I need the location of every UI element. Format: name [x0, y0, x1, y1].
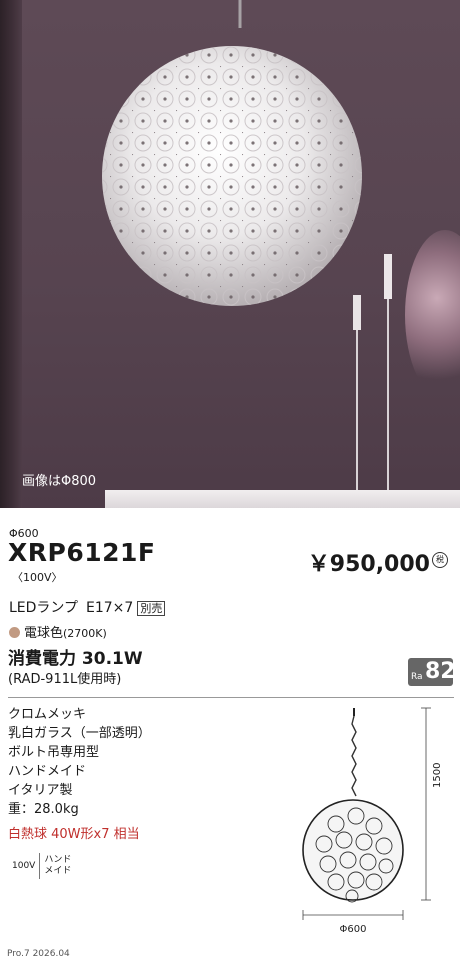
photo-illustration	[102, 0, 392, 490]
light-color: 電球色(2700K)	[9, 622, 107, 641]
footer-code: Pro.7 2026.04	[7, 949, 70, 959]
drawing-width-label: Φ600	[340, 924, 367, 935]
tax-mark: 税	[432, 552, 448, 568]
color-temp: (2700K)	[63, 627, 107, 640]
power-note: (RAD-911L使用時)	[8, 672, 122, 687]
handmade-icon-line1: ハンド	[44, 855, 72, 865]
sold-separately-badge: 別売	[137, 601, 166, 616]
lamp-type: LEDランプ	[9, 600, 79, 616]
lamp-info: LEDランプ E17×7 別売	[9, 597, 166, 617]
photo-caption: 画像はΦ800	[22, 474, 97, 489]
spec-item: ボルト吊専用型	[8, 745, 100, 760]
color-name: 電球色	[24, 626, 64, 641]
lamp-socket: E17×7	[86, 600, 134, 616]
voltage-icon: 100V	[8, 853, 41, 879]
ra-value: 82	[425, 659, 456, 684]
handmade-icon-line2: メイド	[44, 866, 72, 876]
spec-item: ハンドメイド	[8, 764, 87, 779]
feature-icons: 100V ハンド メイド	[8, 853, 75, 879]
product-model: XRP6121F	[8, 538, 156, 567]
ra-label: Ra	[411, 672, 423, 682]
divider	[8, 697, 454, 698]
spec-item: クロムメッキ	[8, 707, 87, 722]
product-price: ￥950,000	[307, 552, 430, 577]
technical-drawing: Φ600	[302, 707, 431, 935]
product-photo: 画像はΦ800	[0, 0, 460, 508]
ra-badge: Ra 82	[408, 658, 456, 686]
color-swatch-icon	[9, 627, 20, 638]
spec-item: イタリア製	[8, 783, 73, 798]
power-consumption: 消費電力 30.1W	[8, 649, 143, 669]
product-voltage: 〈100V〉	[12, 571, 63, 584]
spec-item: 乳白ガラス（一部透明）	[8, 726, 151, 741]
incandescent-equivalent: 白熱球 40W形x7 相当	[8, 827, 140, 842]
spec-item: 重：28.0kg	[8, 802, 79, 817]
photo-table	[105, 490, 460, 508]
spec-list: クロムメッキ 乳白ガラス（一部透明） ボルト吊専用型 ハンドメイド イタリア製 …	[8, 705, 151, 844]
drawing-height-label: 1500	[432, 762, 443, 788]
handmade-icon: ハンド メイド	[40, 853, 75, 879]
